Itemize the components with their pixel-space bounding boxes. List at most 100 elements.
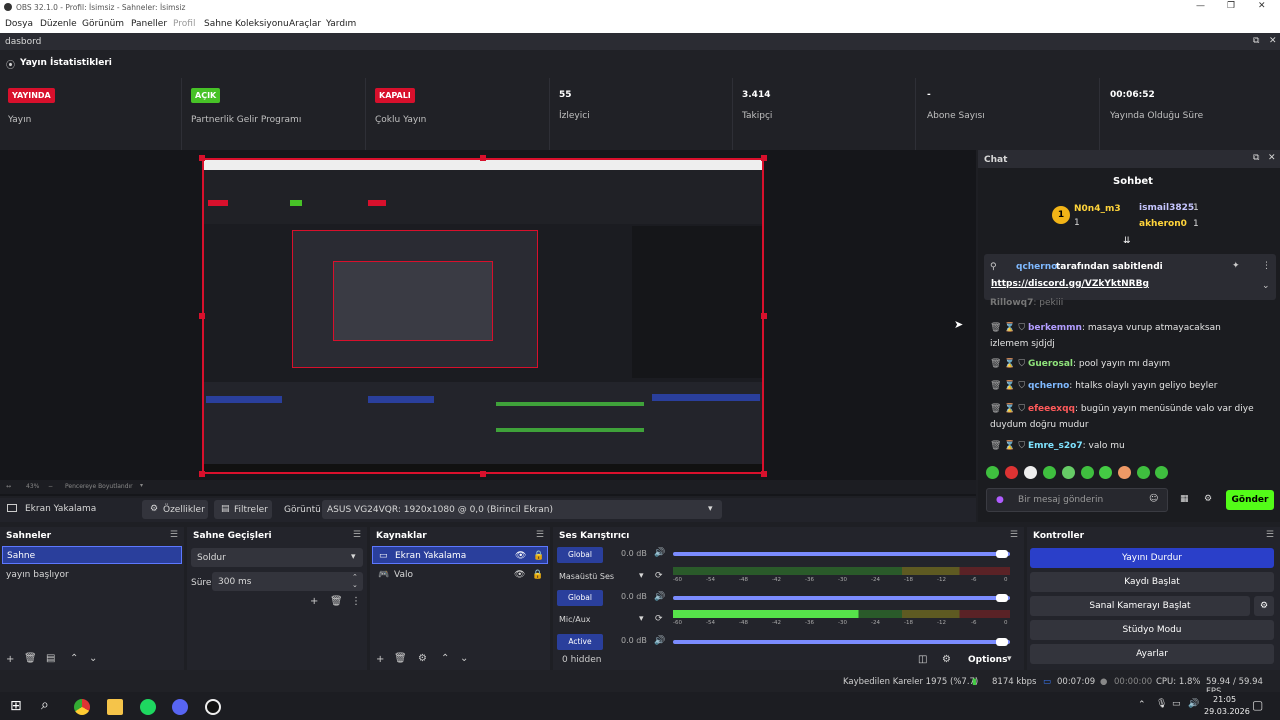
emoji-icon[interactable]: ☺	[1149, 494, 1158, 504]
volume-slider[interactable]	[673, 552, 1010, 556]
zoom-out-icon[interactable]: −	[48, 483, 53, 490]
close-window-button[interactable]: ✕	[1258, 1, 1266, 11]
pinned-by-user[interactable]: qcherno	[1016, 262, 1057, 272]
emote-icon[interactable]	[1118, 466, 1131, 479]
add-icon[interactable]: +	[6, 654, 14, 665]
add-icon[interactable]: +	[376, 654, 384, 665]
lock-icon[interactable]: 🔒	[533, 551, 544, 561]
add-icon[interactable]: +	[310, 596, 318, 607]
resize-handle[interactable]	[761, 313, 767, 319]
track-badge[interactable]: Global	[557, 547, 603, 563]
minimize-button[interactable]: —	[1196, 1, 1205, 11]
top-user-name[interactable]: N0n4_m3	[1074, 204, 1121, 214]
options-button[interactable]: Options	[968, 655, 1007, 665]
volume-icon[interactable]: 🔊	[654, 592, 665, 602]
transition-select[interactable]: Soldur ▾	[191, 548, 363, 567]
volume-slider[interactable]	[673, 596, 1010, 600]
lock-icon[interactable]: 🔒	[532, 570, 543, 580]
windows-start-icon[interactable]: ⊞	[10, 698, 22, 714]
display-select[interactable]: ASUS VG24VQR: 1920x1080 @ 0,0 (Birincil …	[322, 500, 722, 519]
emote-icon[interactable]	[1099, 466, 1112, 479]
slider-knob[interactable]	[996, 550, 1008, 558]
file-explorer-icon[interactable]	[107, 699, 123, 715]
emote-icon[interactable]	[1155, 466, 1168, 479]
dock-menu-icon[interactable]: ☰	[1266, 530, 1274, 540]
expand-icon[interactable]: ⇊	[1123, 236, 1131, 246]
chevron-down-icon[interactable]: ▾	[140, 482, 143, 489]
gear-icon[interactable]: ⚙	[418, 653, 427, 664]
slider-knob[interactable]	[996, 594, 1008, 602]
mic-icon[interactable]: ●	[996, 495, 1004, 505]
clock-date[interactable]: 29.03.2026	[1204, 707, 1250, 716]
filters-button[interactable]: ▤ Filtreler	[214, 500, 272, 519]
track-badge[interactable]: Active	[557, 634, 603, 650]
emote-icon[interactable]	[1024, 466, 1037, 479]
chat-input[interactable]: ● Bir mesaj gönderin ☺	[986, 488, 1168, 512]
layout-icon[interactable]: ◫	[918, 654, 927, 665]
virtual-camera-settings-gear-icon[interactable]: ⚙	[1254, 596, 1274, 616]
chat-user[interactable]: qcherno	[1028, 381, 1069, 391]
visibility-icon[interactable]: 👁	[515, 551, 526, 561]
stepper-icon[interactable]: ⌃ ⌄	[352, 573, 358, 589]
chat-user[interactable]: Emre_s2o7	[1028, 441, 1083, 451]
dock-menu-icon[interactable]: ☰	[536, 530, 544, 540]
menu-file[interactable]: Dosya	[5, 19, 33, 29]
move-down-icon[interactable]: ⌄	[89, 653, 97, 664]
scene-item[interactable]: yayın başlıyor	[2, 566, 182, 584]
send-button[interactable]: Gönder	[1226, 490, 1274, 510]
resize-handle[interactable]	[480, 471, 486, 477]
menu-scene-collection[interactable]: Sahne Koleksiyonu	[204, 19, 289, 29]
top-user-name[interactable]: akheron0	[1139, 219, 1187, 229]
emote-icon[interactable]	[1137, 466, 1150, 479]
emote-icon[interactable]	[1081, 466, 1094, 479]
scene-item[interactable]: Sahne	[2, 546, 182, 564]
source-item[interactable]: ▭ Ekran Yakalama 👁 🔒	[372, 546, 548, 564]
resize-handle[interactable]	[199, 155, 205, 161]
menu-tools[interactable]: Araçlar	[289, 19, 321, 29]
mic-icon[interactable]: 🎙	[1156, 699, 1167, 709]
clock-time[interactable]: 21:05	[1213, 695, 1236, 704]
resize-handle[interactable]	[199, 313, 205, 319]
trash-icon[interactable]: 🗑	[330, 596, 343, 607]
chat-user[interactable]: berkemmn	[1028, 323, 1082, 333]
close-icon[interactable]: ✕	[1269, 36, 1277, 46]
menu-help[interactable]: Yardım	[326, 19, 356, 29]
resize-handle[interactable]	[761, 471, 767, 477]
advanced-audio-icon[interactable]: ⚙	[942, 654, 951, 665]
move-up-icon[interactable]: ⌃	[441, 653, 449, 664]
top-user-name[interactable]: ismail3825	[1139, 203, 1194, 213]
chat-user[interactable]: Rillowq7	[990, 298, 1033, 308]
dock-menu-icon[interactable]: ☰	[170, 530, 178, 540]
menu-view[interactable]: Görünüm	[82, 19, 124, 29]
move-down-icon[interactable]: ⌄	[460, 653, 468, 664]
chevron-down-icon[interactable]: ▾	[639, 571, 644, 581]
tray-chevron-icon[interactable]: ⌃	[1138, 700, 1146, 710]
settings-button[interactable]: Ayarlar	[1030, 644, 1274, 664]
chrome-icon[interactable]	[74, 699, 90, 715]
volume-slider[interactable]	[673, 640, 1010, 644]
maximize-button[interactable]: ❐	[1227, 1, 1235, 11]
menu-edit[interactable]: Düzenle	[40, 19, 77, 29]
obs-icon[interactable]	[205, 699, 221, 715]
volume-icon[interactable]: 🔊	[1188, 699, 1199, 709]
emote-icon[interactable]	[986, 466, 999, 479]
pinned-link[interactable]: https://discord.gg/VZkYktNRBg	[991, 279, 1149, 289]
duration-input[interactable]: 300 ms ⌃ ⌄	[212, 572, 363, 591]
source-item[interactable]: 🎮 Valo 👁 🔒	[372, 566, 548, 584]
fit-mode[interactable]: Pencereye Boyutlandır	[65, 483, 133, 490]
store-icon[interactable]: ▦	[1180, 494, 1189, 504]
dock-menu-icon[interactable]: ☰	[1010, 530, 1018, 540]
discord-icon[interactable]	[172, 699, 188, 715]
volume-icon[interactable]: 🔊	[654, 636, 665, 646]
network-icon[interactable]: ▭	[1172, 699, 1181, 709]
visibility-icon[interactable]: 👁	[514, 570, 525, 580]
filter-icon[interactable]: ▤	[46, 653, 55, 664]
track-badge[interactable]: Global	[557, 590, 603, 606]
resize-handle[interactable]	[199, 471, 205, 477]
stop-stream-button[interactable]: Yayını Durdur	[1030, 548, 1274, 568]
emote-icon[interactable]	[1062, 466, 1075, 479]
dock-menu-icon[interactable]: ☰	[353, 530, 361, 540]
more-icon[interactable]: ⋮	[351, 596, 361, 607]
resize-handle[interactable]	[761, 155, 767, 161]
monitor-icon[interactable]: ⟳	[655, 614, 663, 624]
